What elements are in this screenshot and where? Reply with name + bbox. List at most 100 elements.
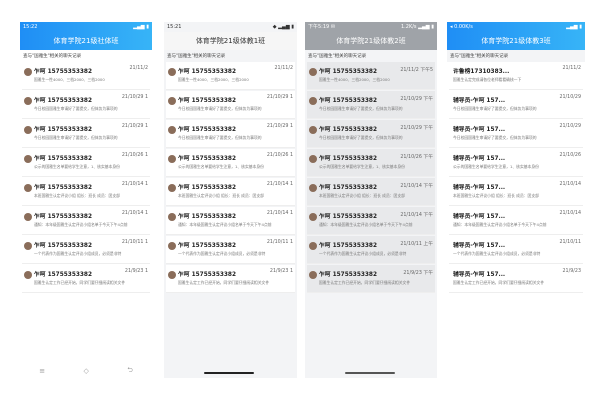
message-date: 21/10/29 1 bbox=[121, 95, 148, 100]
message-date: 21/10/29 bbox=[559, 95, 581, 100]
message-snippet: 今日校园国雅生审请好了要提交，但体务为事项的 bbox=[453, 135, 537, 140]
list-item[interactable]: 乍呵 15755353382 21/10/14 1 本班国雅生认定评议小组 组长：班… bbox=[22, 178, 150, 206]
message-snippet: 今日校园国雅生审请好了要提交，但体务为事项的 bbox=[319, 135, 403, 140]
message-snippet: 公示的国雅生名单要给学生注意，1、核实基本身份 bbox=[319, 164, 405, 169]
list-item[interactable]: 乍呵 15755353382 21/10/26 1 公示的国雅生名单要给学生注意，1… bbox=[166, 149, 295, 177]
message-date: 21/9/23 1 bbox=[124, 269, 148, 274]
list-item[interactable]: 辅导员-乍呵 157... 21/10/14 本班国雅生认定评议小组 组长：班长 成… bbox=[449, 178, 583, 206]
message-date: 21/10/29 bbox=[559, 124, 581, 129]
avatar bbox=[24, 213, 32, 221]
message-date: 21/10/14 下午 bbox=[400, 184, 433, 189]
sender-name: 乍呵 15755353382 bbox=[178, 214, 236, 220]
search-subtitle: 查与"国雅生"相关的聊天记录 bbox=[305, 50, 437, 62]
list-item[interactable]: 乍呵 15755353382 21/10/11 上午 一个代表作为国雅生认定评议小组… bbox=[307, 236, 435, 264]
list-item[interactable]: 乍呵 15755353382 21/10/14 下午 本班国雅生认定评议小组 组长：… bbox=[307, 178, 435, 206]
avatar bbox=[309, 213, 317, 221]
message-date: 21/11/2 bbox=[129, 66, 149, 71]
message-list: 乍呵 15755353382 21/11/2 下午5 国雅生一性4000、三档200… bbox=[305, 62, 437, 293]
sender-name: 乍呵 15755353382 bbox=[319, 243, 377, 249]
list-item[interactable]: 乍呵 15755353382 21/11/2 下午5 国雅生一性4000、三档200… bbox=[307, 62, 435, 90]
menu-icon[interactable]: ≡ bbox=[39, 367, 45, 375]
home-indicator[interactable] bbox=[345, 372, 395, 374]
sender-name: 乍呵 15755353382 bbox=[34, 272, 92, 278]
sender-name: 乍呵 15755353382 bbox=[34, 98, 92, 104]
list-item[interactable]: 乍呵 15755353382 21/11/2 国雅生一性4000、三档2000、三档… bbox=[22, 62, 150, 90]
list-item[interactable]: 乍呵 15755353382 21/9/23 1 国雅生认定工作已经开始，同学们要仔… bbox=[166, 265, 295, 293]
avatar bbox=[168, 155, 176, 163]
list-item[interactable]: 辅导员-乍呵 157... 21/10/29 今日校园国雅生审请好了要提交，但体务为… bbox=[449, 120, 583, 148]
list-item[interactable]: 辅导员-乍呵 157... 21/10/11 一个代表作为国雅生认定评议小组成员，必… bbox=[449, 236, 583, 264]
avatar bbox=[24, 271, 32, 279]
message-date: 21/10/29 1 bbox=[266, 124, 293, 129]
list-item[interactable]: 辅导员-乍呵 157... 21/10/26 公示的国雅生名单要给学生注意，1、核实… bbox=[449, 149, 583, 177]
list-item[interactable]: 乍呵 15755353382 21/10/26 1 公示的国雅生名单要给学生注意，1… bbox=[22, 149, 150, 177]
message-snippet: 今日校园国雅生审请好了要提交，但体务为事项的 bbox=[34, 135, 118, 140]
message-snippet: 今日校园国雅生审请好了要提交，但体务为事项的 bbox=[319, 106, 403, 111]
list-item[interactable]: 辅导员-乍呵 157... 21/10/14 通知：本年级国雅生认定评议小组名单于今… bbox=[449, 207, 583, 235]
message-date: 21/10/26 bbox=[559, 153, 581, 158]
message-date: 21/9/23 1 bbox=[269, 269, 293, 274]
list-item[interactable]: 乍呵 15755353382 21/10/14 下午通知：本年级国雅生认定评议小组… bbox=[307, 207, 435, 235]
message-date: 21/10/14 下午 bbox=[400, 213, 433, 218]
list-item[interactable]: 辅导员-乍呵 157... 21/10/29 今日校园国雅生审请好了要提交，但体务为… bbox=[449, 91, 583, 119]
avatar bbox=[309, 155, 317, 163]
status-bar: 15:22 ▂▄▆ ▮ bbox=[20, 22, 152, 32]
status-icons: ◆ ▂▄▆ ▮ bbox=[272, 24, 294, 30]
message-date: 21/11/2 bbox=[274, 66, 294, 71]
chat-title: 体育学院21级体教3班 bbox=[481, 37, 551, 45]
sender-name: 辅导员-乍呵 157... bbox=[453, 156, 506, 162]
chat-title: 体育学院21级体教2班 bbox=[305, 32, 437, 50]
avatar bbox=[309, 97, 317, 105]
message-snippet: 通知：本年级国雅生认定评议小组名单于今天下午4点前 bbox=[453, 222, 547, 227]
message-date: 21/10/11 1 bbox=[121, 240, 148, 245]
android-nav-bar: ≡ ◇ ⮌ bbox=[20, 364, 152, 378]
avatar bbox=[24, 155, 32, 163]
message-snippet: 今日校园国雅生审请好了要提交，但体务为事项的 bbox=[453, 106, 537, 111]
message-snippet: 国雅生认定工作已经开始，同学们要仔细阅读相关文件 bbox=[178, 280, 270, 285]
back-icon[interactable]: ⮌ bbox=[127, 366, 133, 377]
sender-name: 乍呵 15755353382 bbox=[319, 214, 377, 220]
avatar bbox=[168, 68, 176, 76]
home-icon[interactable]: ◇ bbox=[83, 367, 88, 375]
list-item[interactable]: 乍呵 15755353382 21/10/14 1 通知：本年级国雅生认定评议小组名… bbox=[22, 207, 150, 235]
list-item[interactable]: 乍呵 15755353382 21/10/26 下午 公示的国雅生名单要给学生注意，… bbox=[307, 149, 435, 177]
sender-name: 乍呵 15755353382 bbox=[34, 214, 92, 220]
list-item[interactable]: 乍呵 15755353382 21/9/23 下午 国雅生认定工作已经开始，同学们要… bbox=[307, 265, 435, 293]
avatar bbox=[309, 126, 317, 134]
status-icons: 1.2K/s ▂▄▆ ▮ bbox=[401, 24, 434, 30]
sender-name: 乍呵 15755353382 bbox=[319, 98, 377, 104]
sender-name: 乍呵 15755353382 bbox=[178, 185, 236, 191]
list-item[interactable]: 乍呵 15755353382 21/10/29 下午 今日校园国雅生审请好了要提交，… bbox=[307, 91, 435, 119]
sender-name: 乍呵 15755353382 bbox=[178, 127, 236, 133]
sender-name: 乍呵 15755353382 bbox=[34, 127, 92, 133]
message-snippet: 国雅生认定工作已经开始，同学们要仔细阅读相关文件 bbox=[319, 280, 411, 285]
status-time: 15:21 bbox=[167, 24, 182, 30]
sender-name: 乍呵 15755353382 bbox=[178, 272, 236, 278]
list-item[interactable]: 乍呵 15755353382 21/10/29 1 今日校园国雅生审请好了要提交，但… bbox=[166, 120, 295, 148]
message-snippet: 通知：本年级国雅生认定评议小组名单于今天下午4点前 bbox=[319, 222, 413, 227]
home-indicator[interactable] bbox=[204, 372, 254, 374]
list-item[interactable]: 乍呵 15755353382 21/10/14 1 本班国雅生认定评议小组 组长：班… bbox=[166, 178, 295, 206]
list-item[interactable]: 乍呵 15755353382 21/10/29 1 今日校园国雅生审请好了要提交，但… bbox=[166, 91, 295, 119]
list-item[interactable]: 乍呵 15755353382 21/10/29 下午 今日校园国雅生审请好了要提交，… bbox=[307, 120, 435, 148]
message-snippet: 今日校园国雅生审请好了要提交，但体务为事项的 bbox=[178, 106, 262, 111]
message-snippet: 本班国雅生认定评议小组 组长：班长 成员：团支部 bbox=[178, 193, 264, 198]
message-snippet: 国雅生认定工作已经开始，同学们要仔细阅读相关文件 bbox=[453, 280, 545, 285]
sender-name: 许鲁榜17310383... bbox=[453, 69, 510, 75]
list-item[interactable]: 辅导员-乍呵 157... 21/9/23 国雅生认定工作已经开始，同学们要仔细阅读… bbox=[449, 265, 583, 293]
list-item[interactable]: 乍呵 15755353382 21/11/2 国雅生一性4000、三档2000、三档… bbox=[166, 62, 295, 90]
sender-name: 乍呵 15755353382 bbox=[319, 185, 377, 191]
list-item[interactable]: 乍呵 15755353382 21/10/29 1 今日校园国雅生审请好了要提交，但… bbox=[22, 91, 150, 119]
list-item[interactable]: 乍呵 15755353382 21/10/11 1 一个代表作为国雅生认定评议小组成… bbox=[22, 236, 150, 264]
list-item[interactable]: 乍呵 15755353382 21/10/14 1 通知：本年级国雅生认定评议小组名… bbox=[166, 207, 295, 235]
message-snippet: 国雅生一性4000、三档2000、三档2000 bbox=[34, 77, 105, 82]
list-item[interactable]: 许鲁榜17310383... 21/11/2 国雅生认定完成请各位老师看看确核一下 bbox=[449, 62, 583, 90]
status-time: ◂ 0.00K/s bbox=[450, 24, 473, 30]
list-item[interactable]: 乍呵 15755353382 21/10/29 1 今日校园国雅生审请好了要提交，但… bbox=[22, 120, 150, 148]
sender-name: 乍呵 15755353382 bbox=[34, 69, 92, 75]
message-date: 21/10/14 1 bbox=[121, 211, 148, 216]
list-item[interactable]: 乍呵 15755353382 21/9/23 1 国雅生认定工作已经开始，同学们要仔… bbox=[22, 265, 150, 293]
status-icons: ▂▄▆ ▮ bbox=[133, 24, 149, 30]
list-item[interactable]: 乍呵 15755353382 21/10/11 1 一个代表作为国雅生认定评议小组成… bbox=[166, 236, 295, 264]
status-icons: ▂▄▆ ▮ bbox=[566, 24, 582, 30]
